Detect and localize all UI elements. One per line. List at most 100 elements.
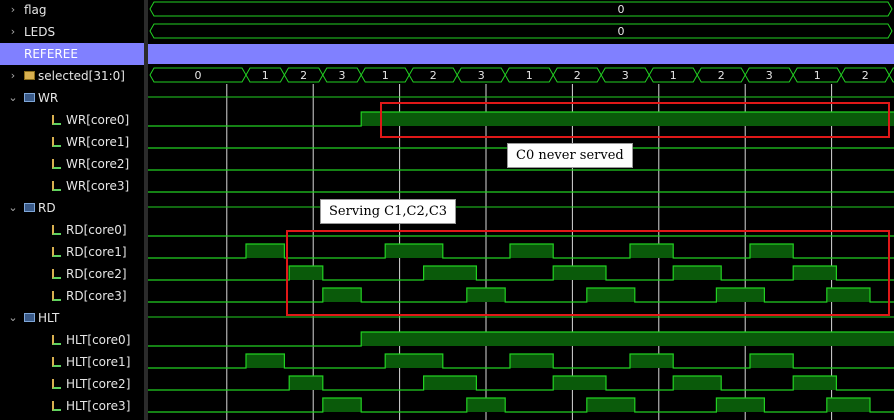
signal-row-hlt1[interactable]: HLT[core1] bbox=[0, 351, 144, 373]
serving-highlight-box bbox=[286, 230, 890, 316]
wave-trace bbox=[148, 397, 894, 413]
bus-wave-leds: 0 bbox=[149, 23, 893, 39]
high-pulse bbox=[510, 354, 554, 368]
group-icon bbox=[24, 93, 35, 102]
signal-row-rd[interactable]: ⌄ RD bbox=[0, 197, 144, 219]
signal-row-wr2[interactable]: WR[core2] bbox=[0, 153, 144, 175]
signal-label: WR[core3] bbox=[66, 179, 130, 193]
c0-never-served-callout: C0 never served bbox=[507, 143, 633, 168]
signal-label: HLT[core3] bbox=[66, 399, 131, 413]
high-pulse bbox=[322, 398, 362, 412]
collapse-chevron-icon[interactable]: ⌄ bbox=[8, 87, 18, 109]
signal-row-wr[interactable]: ⌄ WR bbox=[0, 87, 144, 109]
high-pulse bbox=[246, 354, 285, 368]
signal-row-hlt[interactable]: ⌄ HLT bbox=[0, 307, 144, 329]
bus-segment bbox=[888, 67, 894, 83]
signal-row-hlt0[interactable]: HLT[core0] bbox=[0, 329, 144, 351]
signal-label: selected[31:0] bbox=[38, 69, 125, 83]
high-pulse bbox=[826, 398, 870, 412]
signal-icon bbox=[52, 379, 61, 389]
bus-segment-value: 0 bbox=[195, 69, 202, 82]
signal-icon bbox=[52, 401, 61, 411]
bus-value: 0 bbox=[618, 25, 625, 38]
signal-label: WR[core1] bbox=[66, 135, 130, 149]
wave-trace bbox=[148, 375, 894, 391]
high-pulse bbox=[466, 398, 506, 412]
serving-callout: Serving C1,C2,C3 bbox=[320, 199, 457, 224]
high-pulse bbox=[246, 244, 285, 258]
signal-label: RD[core3] bbox=[66, 289, 127, 303]
high-pulse bbox=[673, 376, 722, 390]
signal-label: RD[core1] bbox=[66, 245, 127, 259]
signal-row-rd1[interactable]: RD[core1] bbox=[0, 241, 144, 263]
signal-icon bbox=[52, 247, 61, 257]
bit-wave-hlt1 bbox=[148, 353, 894, 369]
bus-segment-value: 2 bbox=[574, 69, 581, 82]
signal-label: LEDS bbox=[24, 25, 56, 39]
signal-label: RD[core2] bbox=[66, 267, 127, 281]
signal-label: HLT[core2] bbox=[66, 377, 131, 391]
signal-row-selected[interactable]: › selected[31:0] bbox=[0, 65, 144, 87]
signal-icon bbox=[52, 291, 61, 301]
signal-label: WR[core0] bbox=[66, 113, 130, 127]
signal-label: HLT[core0] bbox=[66, 333, 131, 347]
signal-label: RD[core0] bbox=[66, 223, 127, 237]
signal-row-wr0[interactable]: WR[core0] bbox=[0, 109, 144, 131]
high-pulse bbox=[750, 354, 794, 368]
bus-value: 0 bbox=[618, 3, 625, 16]
high-pulse bbox=[716, 398, 765, 412]
bus-segment-value: 1 bbox=[814, 69, 821, 82]
referee-highlight-band bbox=[148, 44, 894, 64]
signal-label: HLT bbox=[38, 311, 60, 325]
bus-segment-value: 3 bbox=[478, 69, 485, 82]
bus-segment-value: 2 bbox=[300, 69, 307, 82]
signal-label: HLT[core1] bbox=[66, 355, 131, 369]
signal-icon bbox=[52, 181, 61, 191]
signal-row-flag[interactable]: › flag bbox=[0, 0, 144, 21]
signal-label: RD bbox=[38, 201, 56, 215]
bus-segment-value: 3 bbox=[766, 69, 773, 82]
signal-row-rd0[interactable]: RD[core0] bbox=[0, 219, 144, 241]
bus-segment-value: 3 bbox=[622, 69, 629, 82]
group-icon bbox=[24, 203, 35, 212]
signal-row-rd2[interactable]: RD[core2] bbox=[0, 263, 144, 285]
signal-row-wr3[interactable]: WR[core3] bbox=[0, 175, 144, 197]
group-icon bbox=[24, 313, 35, 322]
signal-row-hlt2[interactable]: HLT[core2] bbox=[0, 373, 144, 395]
signal-icon bbox=[52, 269, 61, 279]
signal-icon bbox=[52, 115, 61, 125]
signal-row-rd3[interactable]: RD[core3] bbox=[0, 285, 144, 307]
signal-icon bbox=[52, 137, 61, 147]
expand-chevron-icon[interactable]: › bbox=[8, 21, 18, 43]
waveform-canvas[interactable]: 000123123123123123 bbox=[148, 0, 894, 420]
bit-wave-hlt2 bbox=[148, 375, 894, 391]
bus-segment-value: 1 bbox=[670, 69, 677, 82]
collapse-chevron-icon[interactable]: ⌄ bbox=[8, 197, 18, 219]
bus-segment-value: 2 bbox=[862, 69, 869, 82]
signal-row-leds[interactable]: › LEDS bbox=[0, 21, 144, 43]
signal-icon bbox=[52, 225, 61, 235]
signal-row-referee[interactable]: REFEREE bbox=[0, 43, 144, 65]
high-pulse bbox=[553, 376, 606, 390]
bus-segment-value: 2 bbox=[718, 69, 725, 82]
signal-icon bbox=[52, 335, 61, 345]
signal-row-hlt3[interactable]: HLT[core3] bbox=[0, 395, 144, 417]
high-pulse bbox=[586, 398, 635, 412]
expand-chevron-icon[interactable]: › bbox=[8, 65, 18, 87]
signal-label: WR[core2] bbox=[66, 157, 130, 171]
signal-row-wr1[interactable]: WR[core1] bbox=[0, 131, 144, 153]
expand-chevron-icon[interactable]: › bbox=[8, 0, 18, 21]
bit-wave-hlt0 bbox=[148, 331, 894, 347]
signal-icon bbox=[52, 159, 61, 169]
bus-segment-value: 1 bbox=[526, 69, 533, 82]
high-pulse bbox=[289, 376, 323, 390]
bus-segment-value: 2 bbox=[430, 69, 437, 82]
high-pulse bbox=[793, 376, 837, 390]
collapse-chevron-icon[interactable]: ⌄ bbox=[8, 307, 18, 329]
signal-icon bbox=[52, 357, 61, 367]
high-pulse bbox=[423, 376, 477, 390]
high-pulse bbox=[361, 332, 894, 346]
bit-wave-hlt3 bbox=[148, 397, 894, 413]
high-pulse bbox=[630, 354, 674, 368]
c0-highlight-box bbox=[380, 102, 890, 138]
